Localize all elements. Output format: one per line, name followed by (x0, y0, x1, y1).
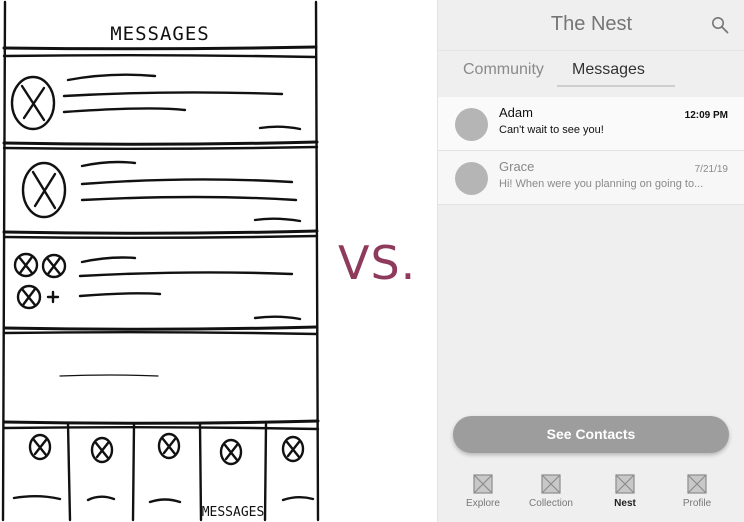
tab-messages[interactable]: Messages (572, 61, 645, 79)
message-row[interactable]: Grace Hi! When were you planning on goin… (438, 151, 744, 205)
nav-profile[interactable]: Profile (660, 474, 734, 509)
app-header: The Nest (438, 0, 744, 50)
message-preview: Hi! When were you planning on going to..… (499, 178, 704, 190)
vs-label: VS. (338, 236, 417, 290)
image-placeholder-icon (541, 474, 561, 494)
nav-label: Profile (682, 498, 712, 509)
nav-nest[interactable]: Nest (588, 474, 662, 509)
avatar (455, 108, 488, 141)
sender-name: Grace (499, 159, 535, 174)
sketch-title: MESSAGES (110, 23, 210, 45)
message-preview: Can't wait to see you! (499, 124, 604, 136)
nav-label: Collection (529, 498, 573, 509)
search-icon[interactable] (711, 16, 729, 34)
nav-collection[interactable]: Collection (514, 474, 588, 509)
nav-explore[interactable]: Explore (446, 474, 520, 509)
sketch-tab-label: MESSAGES (202, 505, 265, 520)
tab-bar: Community Messages (438, 50, 744, 97)
paper-sketch: MESSAGES MESSAGES (0, 0, 324, 522)
nav-label: Explore (466, 498, 500, 509)
app-title: The Nest (550, 13, 633, 35)
nav-label: Nest (614, 498, 636, 509)
message-list: Adam Can't wait to see you! 12:09 PM Gra… (438, 97, 744, 205)
bottom-nav: Explore Collection Nest Profile (438, 466, 744, 522)
phone-mockup: The Nest Community Messages Adam Can't w… (437, 0, 744, 522)
active-tab-indicator (557, 85, 675, 87)
message-row[interactable]: Adam Can't wait to see you! 12:09 PM (438, 97, 744, 151)
image-placeholder-icon (473, 474, 493, 494)
see-contacts-button[interactable]: See Contacts (453, 416, 729, 453)
tab-community[interactable]: Community (463, 61, 544, 79)
sketch-drawing: MESSAGES MESSAGES (1, 0, 320, 522)
message-time: 7/21/19 (694, 164, 728, 175)
message-time: 12:09 PM (684, 110, 728, 121)
sender-name: Adam (499, 105, 533, 120)
avatar (455, 162, 488, 195)
image-placeholder-icon (687, 474, 707, 494)
image-placeholder-icon (615, 474, 635, 494)
